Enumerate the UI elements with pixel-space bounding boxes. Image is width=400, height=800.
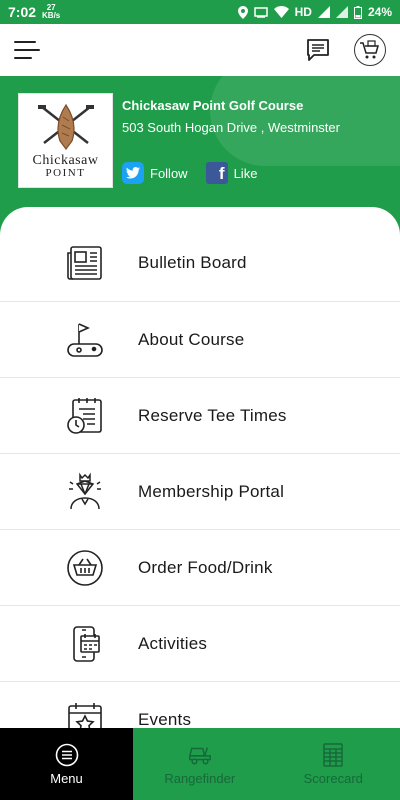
menu-item-reserve-tee-times[interactable]: Reserve Tee Times	[0, 378, 400, 454]
club-name: Chickasaw Point Golf Course	[122, 98, 304, 113]
header-actions	[304, 34, 386, 66]
nav-menu[interactable]: Menu	[0, 728, 133, 800]
menu-item-events[interactable]: Events	[0, 682, 400, 728]
food-basket-icon	[62, 545, 108, 591]
nav-rangefinder[interactable]: Rangefinder	[133, 728, 267, 800]
twitter-icon	[122, 162, 144, 184]
menu-label: Events	[138, 709, 192, 729]
main-menu: Bulletin Board About Course Reserve Tee …	[0, 207, 400, 728]
bottom-navigation: Menu Rangefinder Scorecard	[0, 728, 400, 800]
shopping-cart-icon[interactable]	[354, 34, 386, 66]
chat-icon[interactable]	[304, 36, 332, 64]
menu-circle-icon	[55, 743, 79, 767]
logo-text-line2: POINT	[45, 166, 86, 179]
menu-label: Order Food/Drink	[138, 557, 273, 577]
menu-label: Activities	[138, 633, 208, 653]
facebook-label: Like	[233, 165, 258, 181]
menu-item-activities[interactable]: Activities	[0, 606, 400, 682]
menu-label: Membership Portal	[138, 481, 285, 501]
arrowhead-logo-icon	[37, 103, 94, 150]
menu-item-bulletin-board[interactable]: Bulletin Board	[0, 207, 400, 302]
status-bar: 7:02 27 KB/s HD 24%	[0, 0, 400, 24]
golf-cart-icon	[188, 743, 212, 767]
membership-badge-icon	[62, 469, 108, 515]
scorecard-icon	[321, 742, 345, 767]
app-header	[0, 24, 400, 76]
menu-label: Bulletin Board	[138, 253, 247, 272]
social-links: Follow f Like	[122, 162, 257, 184]
facebook-like-button[interactable]: f Like	[205, 162, 258, 184]
hamburger-icon[interactable]	[14, 39, 40, 61]
nav-rangefinder-label: Rangefinder	[164, 770, 236, 786]
golf-flag-icon	[62, 317, 108, 363]
cast-icon	[253, 6, 268, 18]
club-logo: Chickasaw POINT	[18, 93, 113, 188]
twitter-follow-button[interactable]: Follow	[122, 162, 188, 184]
menu-label: About Course	[138, 329, 245, 349]
event-calendar-icon	[62, 697, 108, 728]
menu-item-about-course[interactable]: About Course	[0, 302, 400, 378]
menu-item-order-food-drink[interactable]: Order Food/Drink	[0, 530, 400, 606]
phone-calendar-icon	[62, 621, 108, 667]
facebook-icon: f	[205, 162, 228, 184]
network-type: HD	[294, 5, 312, 19]
twitter-label: Follow	[150, 165, 188, 181]
menu-label: Reserve Tee Times	[138, 405, 287, 425]
signal-icon	[317, 6, 330, 18]
network-speed: 27 KB/s	[42, 4, 60, 20]
status-icons: HD 24%	[237, 5, 392, 19]
nav-menu-label: Menu	[50, 770, 83, 786]
wifi-icon	[273, 6, 289, 18]
status-time: 7:02	[8, 4, 37, 20]
menu-item-membership-portal[interactable]: Membership Portal	[0, 454, 400, 530]
battery-percent: 24%	[367, 5, 392, 19]
newspaper-icon	[62, 240, 108, 286]
nav-scorecard-label: Scorecard	[303, 770, 363, 786]
battery-icon	[353, 5, 362, 19]
nav-scorecard[interactable]: Scorecard	[266, 728, 400, 800]
signal-icon-2	[335, 6, 348, 18]
club-address: 503 South Hogan Drive , Westminster	[122, 120, 340, 135]
network-speed-unit: KB/s	[42, 11, 61, 20]
location-icon	[237, 5, 248, 19]
calendar-clock-icon	[62, 393, 108, 439]
